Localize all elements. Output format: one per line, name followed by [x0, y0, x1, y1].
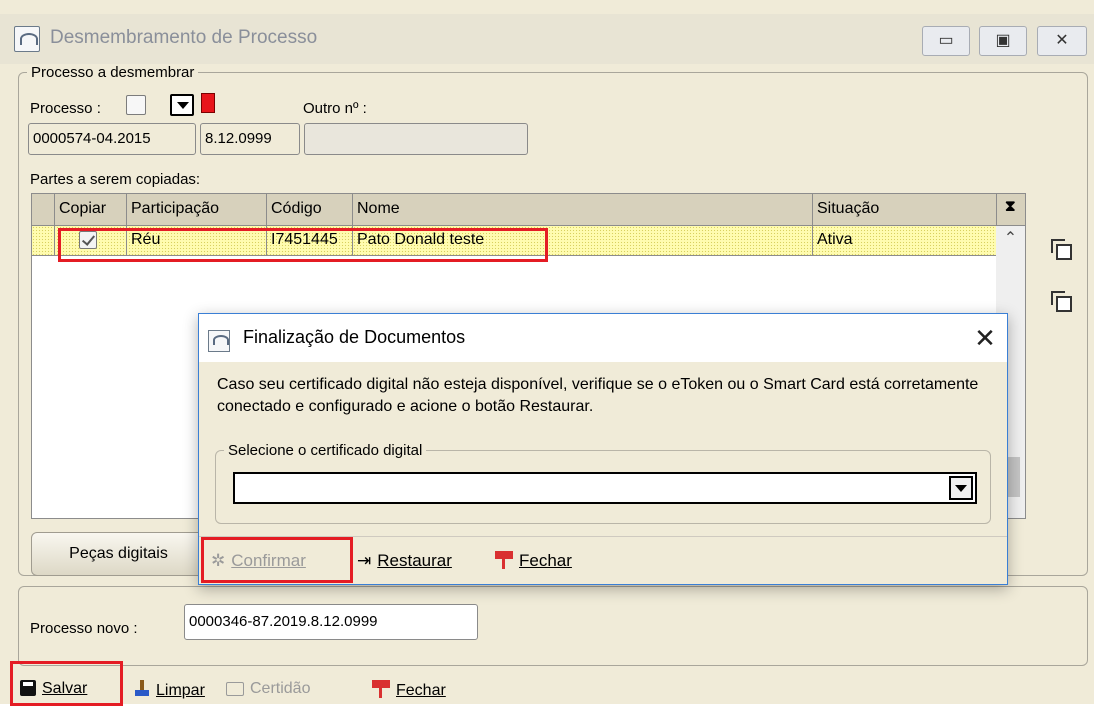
maximize-button[interactable]: ▣: [979, 26, 1027, 56]
col-situacao[interactable]: Situação: [812, 194, 996, 225]
fechar-button[interactable]: Fechar: [372, 680, 446, 700]
col-copiar[interactable]: Copiar: [54, 194, 126, 225]
dialog-fechar-label: Fechar: [519, 551, 572, 570]
limpar-button[interactable]: Limpar: [134, 680, 205, 700]
minimize-button[interactable]: ▭: [922, 26, 970, 56]
processo-novo-field[interactable]: 0000346-87.2019.8.12.0999: [184, 604, 478, 640]
grid-header: Copiar Participação Código Nome Situação…: [32, 194, 1025, 226]
tab-pecas-digitais[interactable]: Peças digitais: [31, 532, 206, 576]
search-process-icon[interactable]: [126, 95, 146, 115]
filter-icon[interactable]: ⧗: [996, 194, 1025, 225]
certidao-label: Certidão: [250, 680, 311, 697]
exit-sign-icon: [495, 551, 513, 569]
col-participacao[interactable]: Participação: [126, 194, 266, 225]
parties-label: Partes a serem copiadas:: [30, 171, 201, 188]
dialog-close-icon[interactable]: ✕: [969, 320, 1001, 356]
restore-icon: ⇥: [357, 551, 372, 570]
certificate-group-legend: Selecione o certificado digital: [228, 442, 423, 459]
dialog-footer: ✲ Confirmar ⇥ Restaurar Fechar: [199, 536, 1007, 584]
select-all-icon[interactable]: [1051, 239, 1072, 260]
main-window: Desmembramento de Processo ▭ ▣ ✕ Process…: [0, 0, 1094, 706]
chevron-down-icon[interactable]: [949, 476, 973, 500]
process-foro-field[interactable]: 8.12.0999: [200, 123, 300, 155]
close-icon: ✕: [1055, 32, 1069, 49]
finalizacao-dialog: Finalização de Documentos ✕ Caso seu cer…: [198, 313, 1008, 585]
highlight-row-box: [58, 228, 548, 262]
app-icon: [14, 26, 40, 52]
restaurar-button[interactable]: ⇥ Restaurar: [357, 551, 452, 571]
window-title: Desmembramento de Processo: [50, 27, 318, 48]
dialog-title-bar: Finalização de Documentos ✕: [199, 314, 1007, 362]
minimize-icon: ▭: [938, 32, 954, 49]
maximize-icon: ▣: [995, 32, 1011, 49]
stop-icon[interactable]: [201, 93, 215, 113]
process-number-field[interactable]: 0000574-04.2015: [28, 123, 196, 155]
row-indicator: [32, 226, 54, 255]
dialog-fechar-button[interactable]: Fechar: [495, 551, 572, 571]
outro-numero-field[interactable]: [304, 123, 528, 155]
outro-numero-label: Outro nº :: [303, 100, 367, 117]
highlight-confirmar-box: [201, 537, 353, 583]
process-group-legend: Processo a desmembrar: [31, 64, 195, 81]
exit-sign-icon: [372, 680, 390, 698]
title-bar: Desmembramento de Processo ▭ ▣ ✕: [0, 14, 1094, 64]
dialog-app-icon: [208, 330, 230, 352]
col-nome[interactable]: Nome: [352, 194, 812, 225]
fechar-label: Fechar: [396, 682, 446, 699]
processo-novo-label: Processo novo :: [30, 620, 138, 637]
processo-label: Processo :: [30, 100, 101, 117]
dialog-message: Caso seu certificado digital não esteja …: [217, 376, 979, 415]
close-window-button[interactable]: ✕: [1037, 26, 1087, 56]
printer-icon: [226, 682, 244, 696]
footer-toolbar: Salvar Limpar Certidão Fechar: [0, 661, 1094, 706]
process-dropdown-button[interactable]: [170, 94, 194, 116]
highlight-salvar-box: [10, 661, 123, 706]
certidao-button[interactable]: Certidão: [226, 680, 310, 698]
col-codigo[interactable]: Código: [266, 194, 352, 225]
certificate-select[interactable]: [233, 472, 977, 504]
situacao-cell: Ativa: [812, 226, 996, 255]
novo-group: [18, 586, 1088, 666]
limpar-label: Limpar: [156, 682, 205, 699]
scroll-up-icon[interactable]: ⌃: [996, 226, 1025, 252]
restaurar-label: Restaurar: [377, 551, 452, 570]
broom-icon: [134, 680, 150, 698]
deselect-all-icon[interactable]: [1051, 291, 1072, 312]
dialog-title: Finalização de Documentos: [243, 327, 466, 347]
